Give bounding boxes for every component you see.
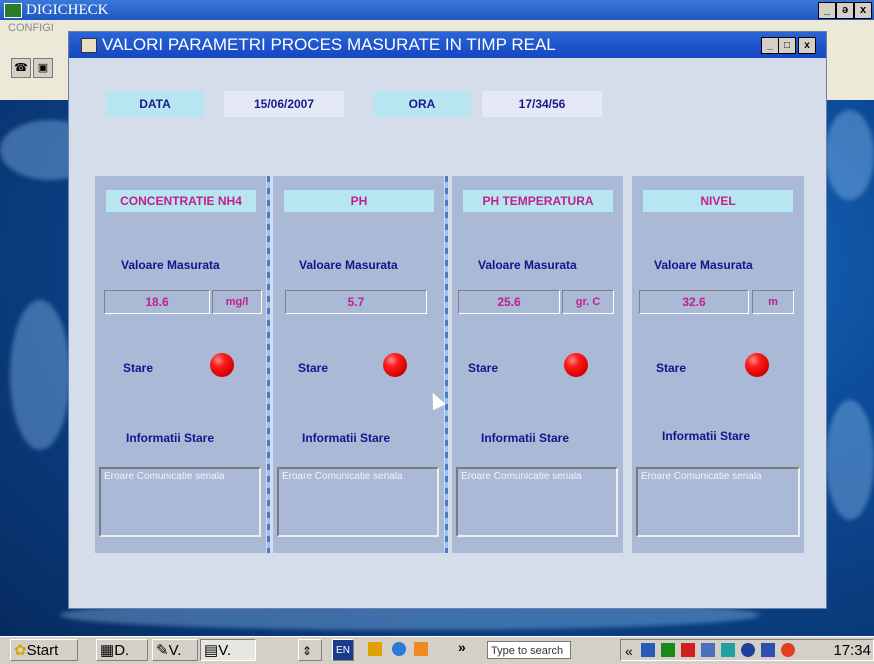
- state-led-icon: [564, 353, 588, 377]
- status-icon[interactable]: [661, 643, 675, 657]
- minimize-button[interactable]: _: [761, 37, 779, 54]
- time-value: 17/34/56: [482, 91, 602, 117]
- measured-value-label: Valoare Masurata: [654, 258, 753, 272]
- state-info-textbox[interactable]: Eroare Comunicatie seriala: [277, 467, 439, 537]
- computer-icon[interactable]: ▣: [33, 58, 53, 78]
- state-info-label: Informatii Stare: [302, 431, 391, 445]
- state-info-label: Informatii Stare: [662, 429, 751, 443]
- state-label: Stare: [468, 361, 499, 375]
- antivirus-icon[interactable]: [681, 643, 695, 657]
- state-info-textbox[interactable]: Eroare Comunicatie seriala: [636, 467, 800, 537]
- measured-value-field: 25.6: [458, 290, 560, 314]
- taskbar: ✿Start ▦D. ✎V. ▤V. ⇕ EN » Type to search…: [0, 636, 874, 664]
- panel-separator: [445, 176, 448, 553]
- state-label: Stare: [656, 361, 687, 375]
- connection-icon[interactable]: [761, 643, 775, 657]
- system-tray: « 17:34: [620, 639, 874, 661]
- pencil-icon: ✎: [156, 642, 169, 659]
- unit-field: gr. C: [562, 290, 614, 314]
- clock-app-icon[interactable]: [414, 642, 428, 656]
- messenger-icon[interactable]: [781, 643, 795, 657]
- panel-ph: PH Valoare Masurata 5.7 Stare Informatii…: [273, 176, 444, 553]
- panel-title: PH: [284, 190, 434, 212]
- menu-config[interactable]: CONFIGI: [8, 22, 54, 34]
- time-label: ORA: [373, 91, 471, 117]
- start-button[interactable]: ✿Start: [10, 639, 78, 661]
- state-info-textbox[interactable]: Eroare Comunicatie seriala: [99, 467, 261, 537]
- panel-separator: [267, 176, 270, 553]
- tray-expand-icon[interactable]: «: [625, 640, 633, 662]
- bluetooth-icon[interactable]: [741, 643, 755, 657]
- measured-value-label: Valoare Masurata: [299, 258, 398, 272]
- measured-value-label: Valoare Masurata: [121, 258, 220, 272]
- state-info-textbox[interactable]: Eroare Comunicatie seriala: [456, 467, 618, 537]
- panel-ph-temperature: PH TEMPERATURA Valoare Masurata 25.6 gr.…: [452, 176, 623, 553]
- task-label: D.: [114, 642, 130, 659]
- state-led-icon: [383, 353, 407, 377]
- clock[interactable]: 17:34: [833, 640, 871, 662]
- network-icon[interactable]: [641, 643, 655, 657]
- task-button-app[interactable]: ✎V.: [152, 639, 198, 661]
- unit-field: m: [752, 290, 794, 314]
- phone-icon[interactable]: ☎: [11, 58, 31, 78]
- update-icon[interactable]: [721, 643, 735, 657]
- search-input[interactable]: Type to search: [487, 641, 571, 659]
- window-titlebar: VALORI PARAMETRI PROCES MASURATE IN TIMP…: [69, 32, 826, 58]
- book-icon: [81, 38, 97, 53]
- date-value: 15/06/2007: [224, 91, 344, 117]
- start-label: Start: [26, 642, 59, 659]
- language-indicator[interactable]: EN: [332, 639, 354, 661]
- state-info-label: Informatii Stare: [481, 431, 570, 445]
- state-label: Stare: [123, 361, 154, 375]
- computer-icon: ▦: [100, 642, 115, 659]
- realtime-values-window: VALORI PARAMETRI PROCES MASURATE IN TIMP…: [68, 31, 827, 609]
- measured-value-field: 18.6: [104, 290, 210, 314]
- state-led-icon: [745, 353, 769, 377]
- quicklaunch-icon[interactable]: [368, 642, 382, 656]
- maximize-button[interactable]: □: [778, 37, 796, 54]
- water-highlight: [826, 400, 874, 520]
- water-highlight: [10, 300, 70, 450]
- background-app-title: DIGICHECK: [26, 2, 109, 18]
- background-app-titlebar: DIGICHECK: [0, 0, 874, 20]
- panel-level: NIVEL Valoare Masurata 32.6 m Stare Info…: [632, 176, 804, 553]
- browser-icon[interactable]: [392, 642, 406, 656]
- unit-field: mg/l: [212, 290, 262, 314]
- display-icon[interactable]: [701, 643, 715, 657]
- water-highlight: [825, 110, 874, 200]
- book-icon: ▤: [204, 642, 219, 659]
- panel-title: CONCENTRATIE NH4: [106, 190, 256, 212]
- measured-value-field: 5.7: [285, 290, 427, 314]
- task-label: V.: [168, 642, 182, 659]
- windows-logo-icon: ✿: [14, 642, 27, 659]
- window-title: VALORI PARAMETRI PROCES MASURATE IN TIMP…: [102, 35, 556, 54]
- state-info-label: Informatii Stare: [126, 431, 215, 445]
- panel-nh4: CONCENTRATIE NH4 Valoare Masurata 18.6 m…: [95, 176, 266, 553]
- task-button-desktop[interactable]: ▦D.: [96, 639, 148, 661]
- restore-button[interactable]: ə: [836, 2, 854, 19]
- measured-value-label: Valoare Masurata: [478, 258, 577, 272]
- state-label: Stare: [298, 361, 329, 375]
- panel-title: NIVEL: [643, 190, 793, 212]
- measured-value-field: 32.6: [639, 290, 749, 314]
- task-scroll-button[interactable]: ⇕: [298, 639, 322, 661]
- state-led-icon: [210, 353, 234, 377]
- panel-title: PH TEMPERATURA: [463, 190, 613, 212]
- close-button[interactable]: x: [798, 37, 816, 54]
- task-label: V.: [218, 642, 231, 659]
- date-label: DATA: [106, 91, 204, 117]
- close-button[interactable]: x: [854, 2, 872, 19]
- minimize-button[interactable]: _: [818, 2, 836, 19]
- app-icon: [4, 3, 22, 18]
- task-button-active[interactable]: ▤V.: [200, 639, 256, 661]
- quicklaunch-more-icon[interactable]: »: [458, 639, 466, 655]
